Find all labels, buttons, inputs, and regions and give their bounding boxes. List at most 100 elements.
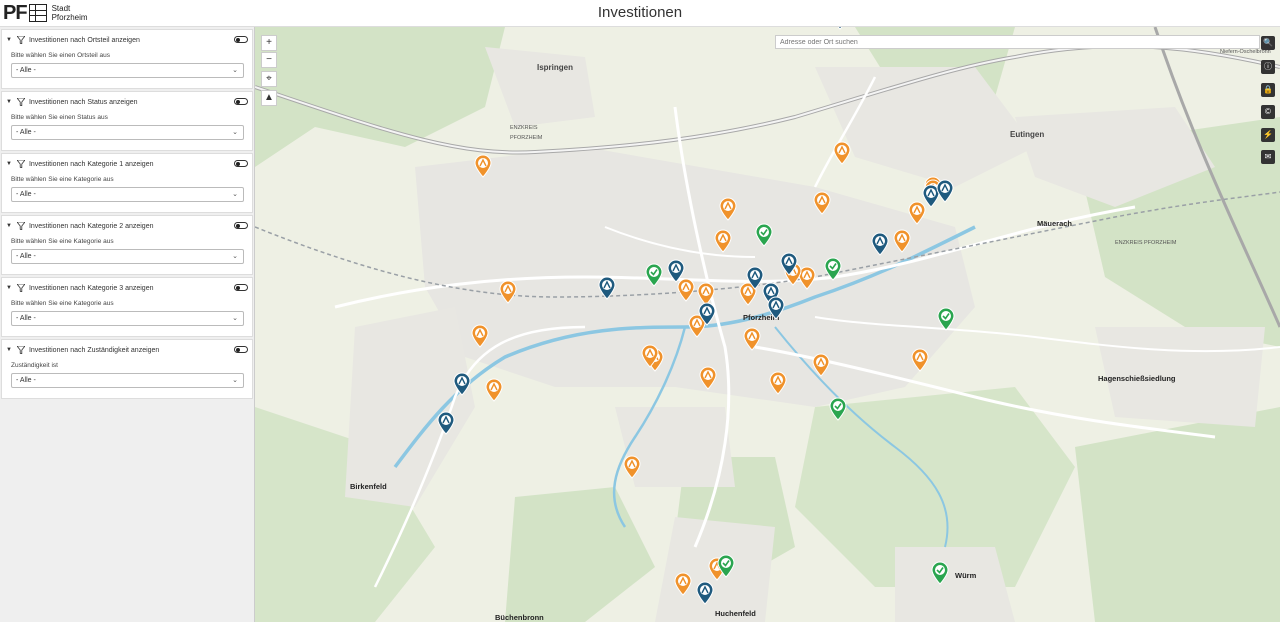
- investment-marker-green[interactable]: [824, 257, 842, 281]
- filter-header[interactable]: ▼ Investitionen nach Kategorie 2 anzeigen: [6, 222, 154, 230]
- select-value: - Alle -: [16, 129, 36, 136]
- filter-toggle[interactable]: [234, 36, 248, 43]
- filter-icon: [16, 222, 25, 230]
- filter-label: Investitionen nach Kategorie 3 anzeigen: [28, 284, 154, 292]
- filter-icon: [16, 98, 25, 106]
- status-select[interactable]: - Alle - ⌄: [11, 125, 244, 140]
- filter-label: Investitionen nach Status anzeigen: [28, 98, 138, 106]
- address-search-input[interactable]: [775, 35, 1260, 49]
- investment-marker-orange[interactable]: [699, 366, 717, 390]
- investment-marker-orange[interactable]: [813, 191, 831, 215]
- caret-down-icon: ▼: [6, 285, 12, 291]
- investment-marker-orange[interactable]: [499, 280, 517, 304]
- filter-icon: [16, 160, 25, 168]
- filter-label: Investitionen nach Ortsteil anzeigen: [28, 36, 140, 44]
- investment-marker-green[interactable]: [931, 561, 949, 585]
- filter-icon: [16, 36, 25, 44]
- filter-header[interactable]: ▼ Investitionen nach Kategorie 1 anzeigen: [6, 160, 154, 168]
- filter-hint: Bitte wählen Sie einen Status aus: [11, 114, 108, 121]
- investment-marker-orange[interactable]: [769, 371, 787, 395]
- locate-icon[interactable]: ⌖: [261, 71, 277, 87]
- filter-kategorie-3: ▼ Investitionen nach Kategorie 3 anzeigen…: [1, 277, 253, 337]
- investment-marker-green[interactable]: [645, 263, 663, 287]
- filter-status: ▼ Investitionen nach Status anzeigen Bitt…: [1, 91, 253, 151]
- investment-marker-blue[interactable]: [832, 27, 848, 30]
- marker-layer: [437, 27, 955, 605]
- investment-marker-orange[interactable]: [833, 141, 851, 165]
- chevron-down-icon: ⌄: [232, 377, 238, 384]
- filter-header[interactable]: ▼ Investitionen nach Kategorie 3 anzeigen: [6, 284, 154, 292]
- investment-marker-orange[interactable]: [623, 455, 641, 479]
- investment-marker-orange[interactable]: [812, 353, 830, 377]
- investment-marker-orange[interactable]: [485, 378, 503, 402]
- investment-marker-blue[interactable]: [871, 232, 889, 256]
- investment-marker-green[interactable]: [829, 397, 847, 421]
- filter-zustaendigkeit: ▼ Investitionen nach Zuständigkeit anzeig…: [1, 339, 253, 399]
- investment-marker-orange[interactable]: [471, 324, 489, 348]
- filter-toggle[interactable]: [234, 284, 248, 291]
- investment-marker-orange[interactable]: [908, 201, 926, 225]
- filter-sidebar: ▼ Investitionen nach Ortsteil anzeigen Bi…: [0, 27, 255, 622]
- zoom-out-button[interactable]: −: [261, 52, 277, 68]
- filter-header[interactable]: ▼ Investitionen nach Status anzeigen: [6, 98, 138, 106]
- caret-down-icon: ▼: [6, 161, 12, 167]
- copyright-icon[interactable]: ©: [1261, 105, 1275, 119]
- investment-marker-blue[interactable]: [598, 276, 616, 300]
- ortsteil-select[interactable]: - Alle - ⌄: [11, 63, 244, 78]
- investment-marker-orange[interactable]: [674, 572, 692, 596]
- filter-hint: Bitte wählen Sie eine Kategorie aus: [11, 238, 114, 245]
- filter-toggle[interactable]: [234, 160, 248, 167]
- zustaendigkeit-select[interactable]: - Alle - ⌄: [11, 373, 244, 388]
- filter-toggle[interactable]: [234, 346, 248, 353]
- investment-marker-orange[interactable]: [911, 348, 929, 372]
- investment-marker-blue[interactable]: [437, 411, 455, 435]
- filter-hint: Zuständigkeit ist: [11, 362, 58, 369]
- filter-icon: [16, 284, 25, 292]
- caret-down-icon: ▼: [6, 37, 12, 43]
- filter-kategorie-2: ▼ Investitionen nach Kategorie 2 anzeigen…: [1, 215, 253, 275]
- select-value: - Alle -: [16, 315, 36, 322]
- investment-marker-orange[interactable]: [714, 229, 732, 253]
- investment-marker-orange[interactable]: [474, 154, 492, 178]
- investment-marker-blue[interactable]: [936, 179, 954, 203]
- caret-down-icon: ▼: [6, 99, 12, 105]
- investment-marker-orange[interactable]: [719, 197, 737, 221]
- mail-icon[interactable]: ✉: [1261, 150, 1275, 164]
- investment-marker-orange[interactable]: [697, 282, 715, 306]
- investment-marker-orange[interactable]: [677, 278, 695, 302]
- chevron-down-icon: ⌄: [232, 315, 238, 322]
- filter-hint: Bitte wählen Sie eine Kategorie aus: [11, 176, 114, 183]
- search-icon[interactable]: 🔍: [1261, 36, 1275, 50]
- filter-toggle[interactable]: [234, 222, 248, 229]
- investment-marker-green[interactable]: [755, 223, 773, 247]
- lock-icon[interactable]: 🔒: [1261, 83, 1275, 97]
- filter-label: Investitionen nach Kategorie 1 anzeigen: [28, 160, 154, 168]
- investment-marker-blue[interactable]: [696, 581, 714, 605]
- compass-icon[interactable]: ▲: [261, 90, 277, 106]
- kategorie-2-select[interactable]: - Alle - ⌄: [11, 249, 244, 264]
- kategorie-1-select[interactable]: - Alle - ⌄: [11, 187, 244, 202]
- zoom-in-button[interactable]: +: [261, 35, 277, 51]
- app-root: PF Stadt Pforzheim Investitionen ▼ Invest…: [0, 0, 1280, 622]
- page-title: Investitionen: [597, 4, 683, 21]
- info-icon[interactable]: ⓘ: [1261, 60, 1275, 74]
- filter-toggle[interactable]: [234, 98, 248, 105]
- filter-header[interactable]: ▼ Investitionen nach Zuständigkeit anzeig…: [6, 346, 159, 354]
- investment-marker-orange[interactable]: [743, 327, 761, 351]
- filter-header[interactable]: ▼ Investitionen nach Ortsteil anzeigen: [6, 36, 140, 44]
- select-value: - Alle -: [16, 377, 36, 384]
- investment-marker-blue[interactable]: [453, 372, 471, 396]
- map-view[interactable]: Ispringen Eutingen Mäuerach Pforzheim Ha…: [255, 27, 1280, 622]
- investment-marker-green[interactable]: [937, 307, 955, 331]
- lightning-icon[interactable]: ⚡: [1261, 128, 1275, 142]
- select-value: - Alle -: [16, 67, 36, 74]
- chevron-down-icon: ⌄: [232, 191, 238, 198]
- chevron-down-icon: ⌄: [232, 67, 238, 74]
- filter-icon: [16, 346, 25, 354]
- investment-marker-blue[interactable]: [767, 296, 785, 320]
- filter-hint: Bitte wählen Sie einen Ortsteil aus: [11, 52, 110, 59]
- kategorie-3-select[interactable]: - Alle - ⌄: [11, 311, 244, 326]
- investment-marker-blue[interactable]: [667, 259, 685, 283]
- investment-marker-orange[interactable]: [893, 229, 911, 253]
- select-value: - Alle -: [16, 191, 36, 198]
